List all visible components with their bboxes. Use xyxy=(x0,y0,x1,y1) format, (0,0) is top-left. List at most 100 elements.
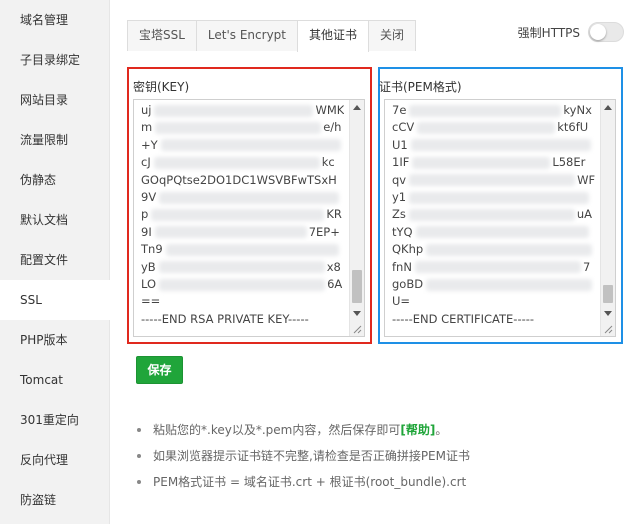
line-tail: kyNx xyxy=(563,103,592,117)
redacted-blur xyxy=(414,261,581,274)
line-text: GOqPQtse2DO1DC1WSVBFwTSxH xyxy=(141,172,337,187)
line-text: fnN xyxy=(392,259,412,274)
cert-scroll-thumb[interactable] xyxy=(603,285,613,303)
text-line: Tn9 xyxy=(141,241,344,258)
redacted-blur xyxy=(155,121,322,134)
key-text-content: uj WMK m e/h +Y cJ kc GOqPQtse2DO1DC1WSVBFwTSxH… xyxy=(134,100,344,328)
tip-suffix: 。 xyxy=(435,423,448,437)
line-tail: x8 xyxy=(326,259,341,274)
text-line: p KR xyxy=(141,206,344,223)
text-line: LO 6A xyxy=(141,276,344,293)
scroll-up-arrow-icon[interactable] xyxy=(353,105,361,110)
redacted-blur xyxy=(158,261,325,274)
cert-textarea[interactable]: 7e kyNx cCV kt6fU U1 1IF L58Er qv WF y1 Zs uA tYQ QKh… xyxy=(384,99,616,337)
redacted-blur xyxy=(415,226,589,239)
sidebar-item[interactable]: 反向代理 xyxy=(0,440,109,480)
sidebar-item[interactable]: Tomcat xyxy=(0,360,109,400)
text-line: cJ kc xyxy=(141,154,344,171)
tip-item: PEM格式证书 = 域名证书.crt + 根证书(root_bundle).cr… xyxy=(136,469,470,495)
sidebar-item[interactable]: PHP版本 xyxy=(0,320,109,360)
line-text: U= xyxy=(392,294,411,309)
line-text: uj xyxy=(141,103,152,117)
sidebar-item[interactable]: 防盗链 xyxy=(0,480,109,520)
sidebar-item[interactable]: 伪静态 xyxy=(0,160,109,200)
text-line: U1 xyxy=(392,137,595,154)
line-tail: WF xyxy=(577,172,595,187)
line-text: cJ xyxy=(141,155,151,170)
tip-text: 如果浏览器提示证书链不完整,请检查是否正确拼接PEM证书 xyxy=(153,449,470,463)
tip-item: 如果浏览器提示证书链不完整,请检查是否正确拼接PEM证书 xyxy=(136,443,470,469)
line-text: 9V xyxy=(141,190,157,205)
line-text: p xyxy=(141,207,149,222)
redacted-blur xyxy=(412,156,551,169)
line-tail: WMK xyxy=(315,103,344,117)
redacted-blur xyxy=(409,174,576,187)
line-tail: e/h xyxy=(323,120,342,135)
redacted-blur xyxy=(409,191,590,204)
line-text: 7e xyxy=(392,103,407,117)
text-line: GOqPQtse2DO1DC1WSVBFwTSxH xyxy=(141,172,344,189)
sidebar-item[interactable]: 流量限制 xyxy=(0,120,109,160)
line-tail: 7 xyxy=(582,259,591,274)
tab[interactable]: Let's Encrypt xyxy=(195,20,298,51)
redacted-blur xyxy=(417,121,556,134)
cert-scrollbar[interactable] xyxy=(600,100,615,336)
line-text: U1 xyxy=(392,137,408,152)
redacted-blur xyxy=(410,139,591,152)
line-tail: 7EP+ xyxy=(308,224,340,239)
sidebar-item[interactable]: 子目录绑定 xyxy=(0,40,109,80)
line-text: cCV xyxy=(392,120,415,135)
text-line: goBD xyxy=(392,276,595,293)
redacted-blur xyxy=(154,226,307,239)
cert-panel: 证书(PEM格式) 7e kyNx cCV kt6fU U1 1IF L58Er qv WF y1… xyxy=(378,67,623,344)
line-tail: uA xyxy=(576,207,593,222)
text-line: 1IF L58Er xyxy=(392,154,595,171)
tab[interactable]: 其他证书 xyxy=(297,20,370,52)
key-textarea[interactable]: uj WMK m e/h +Y cJ kc GOqPQtse2DO1DC1WSVBFwTSxH… xyxy=(133,99,365,337)
sidebar-item[interactable]: 配置文件 xyxy=(0,240,109,280)
text-line: y1 xyxy=(392,189,595,206)
save-button[interactable]: 保存 xyxy=(136,356,183,384)
line-tail: kc xyxy=(321,155,335,170)
redacted-blur xyxy=(151,208,325,221)
text-line: -----END RSA PRIVATE KEY----- xyxy=(141,311,344,328)
line-text: 9I xyxy=(141,224,152,239)
text-line: m e/h xyxy=(141,119,344,136)
resize-handle-icon[interactable] xyxy=(603,324,613,334)
line-text: qv xyxy=(392,172,407,187)
help-link[interactable]: [帮助] xyxy=(400,423,435,437)
text-line: cCV kt6fU xyxy=(392,119,595,136)
scroll-down-arrow-icon[interactable] xyxy=(604,311,612,316)
sidebar-item[interactable]: 网站目录 xyxy=(0,80,109,120)
main-panel: 宝塔SSL Let's Encrypt 其他证书 关闭 强制HTTPS 密钥(KEY)… xyxy=(110,0,633,524)
force-https-label: 强制HTTPS xyxy=(517,25,580,40)
scroll-down-arrow-icon[interactable] xyxy=(353,311,361,316)
resize-handle-icon[interactable] xyxy=(352,324,362,334)
sidebar-item[interactable]: SSL xyxy=(0,280,110,320)
redacted-blur xyxy=(408,208,575,221)
redacted-blur xyxy=(426,243,593,256)
tab[interactable]: 关闭 xyxy=(368,20,417,51)
text-line: yB x8 xyxy=(141,259,344,276)
sidebar-item[interactable]: 默认文档 xyxy=(0,200,109,240)
force-https-toggle[interactable] xyxy=(588,22,624,42)
redacted-blur xyxy=(160,139,341,152)
line-text: Zs xyxy=(392,207,406,222)
bullet-icon xyxy=(137,454,141,458)
sidebar: 域名管理 子目录绑定 网站目录 流量限制 伪静态 默认文档 配置文件 SSL PHP版本 Tomc… xyxy=(0,0,110,524)
text-line: 9I 7EP+ xyxy=(141,224,344,241)
key-scroll-thumb[interactable] xyxy=(352,270,362,303)
sidebar-item[interactable]: 域名管理 xyxy=(0,0,109,40)
cert-panel-title: 证书(PEM格式) xyxy=(379,80,462,94)
text-line: == xyxy=(141,293,344,310)
key-panel: 密钥(KEY) uj WMK m e/h +Y cJ kc GOqPQtse2DO1DC1WS… xyxy=(127,67,372,344)
text-line: fnN 7 xyxy=(392,259,595,276)
line-text: m xyxy=(141,120,153,135)
scroll-up-arrow-icon[interactable] xyxy=(604,105,612,110)
sidebar-item[interactable]: 301重定向 xyxy=(0,400,109,440)
key-scrollbar[interactable] xyxy=(349,100,364,336)
line-text: tYQ xyxy=(392,224,413,239)
tab[interactable]: 宝塔SSL xyxy=(127,20,197,51)
line-text: LO xyxy=(141,277,157,292)
tip-text: 粘贴您的*.key以及*.pem内容，然后保存即可 xyxy=(153,423,401,437)
